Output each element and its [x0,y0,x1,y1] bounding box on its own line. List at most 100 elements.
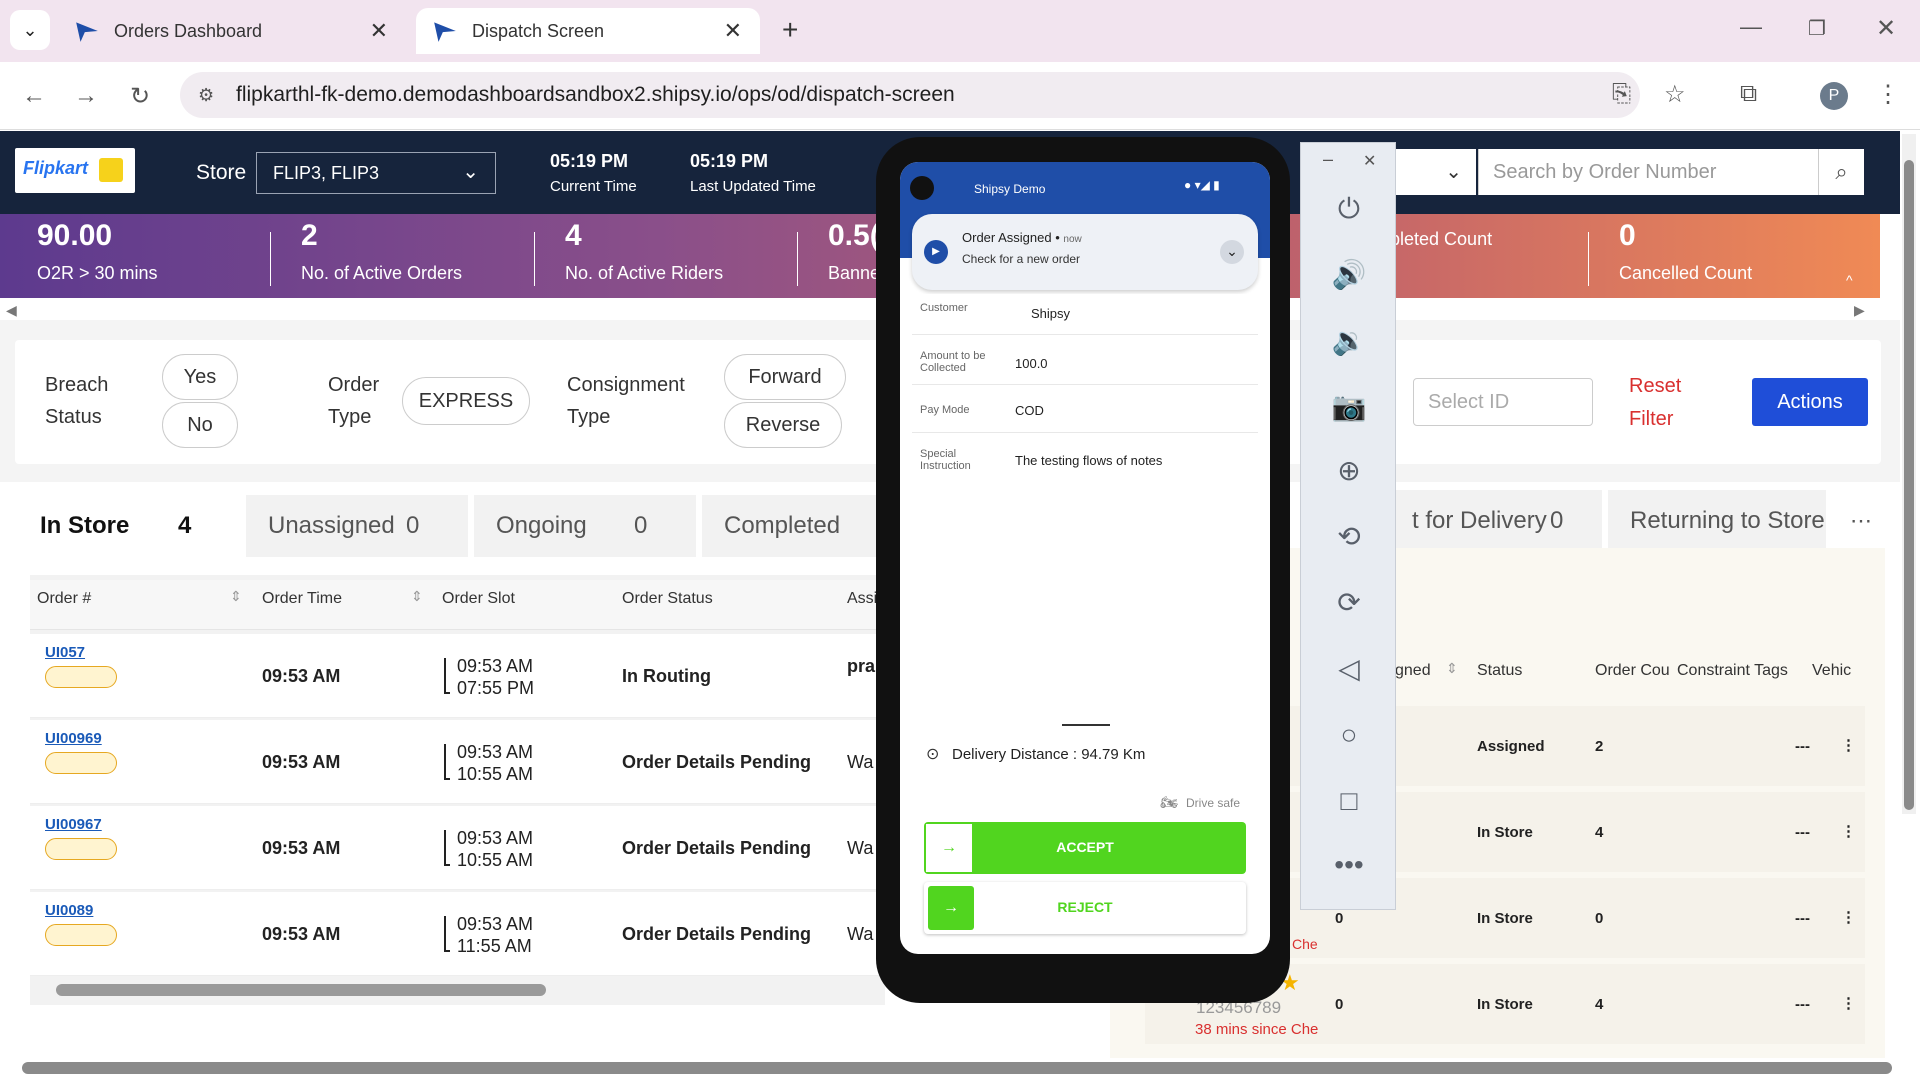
express-pill[interactable]: EXPRESS [402,377,530,425]
more-tabs-icon[interactable]: ⋯ [1850,508,1872,534]
browser-menu-icon[interactable]: ⋮ [1876,80,1900,109]
scroll-left-icon[interactable]: ◀ [6,302,17,319]
page-scrollbar[interactable] [1902,134,1916,814]
order-id-link[interactable]: UI00969 [45,730,102,747]
row-menu-icon[interactable]: ⋮ [1841,994,1856,1012]
close-icon[interactable]: ✕ [370,18,388,44]
assigned-rider: pra [847,656,876,676]
home-circle-icon[interactable]: ○ [1331,717,1367,753]
bookmark-star-icon[interactable]: ☆ [1664,80,1686,109]
order-id-link[interactable]: UI057 [45,644,85,661]
table-row[interactable]: UI00967 09:53 AM 09:53 AM 10:55 AM Order… [30,806,880,890]
rider-assigned: 0 [1335,910,1344,927]
tab-in-store[interactable]: In Store 4 [18,495,240,557]
store-label: Store [196,161,247,184]
reverse-pill[interactable]: Reverse [724,402,842,448]
rider-order-count: 4 [1595,824,1604,841]
profile-avatar[interactable]: P [1820,82,1848,110]
order-id-link[interactable]: UI0089 [45,902,93,919]
rider-tags: --- [1795,996,1810,1013]
slot-start: 09:53 AM [457,742,534,762]
tab-orders-dashboard[interactable]: Orders Dashboard ✕ [58,8,406,54]
tab-search-button[interactable]: ⌄ [10,10,50,50]
screenshot-camera-icon[interactable]: 📷 [1331,389,1367,425]
col-order-number[interactable]: Order # [37,590,91,608]
close-icon[interactable]: ✕ [724,18,742,44]
volume-down-icon[interactable]: 🔉 [1331,323,1367,359]
row-menu-icon[interactable]: ⋮ [1841,822,1856,840]
tab-ongoing[interactable]: Ongoing 0 [474,495,696,557]
rider-check-in-partial: Che [1292,936,1318,952]
order-status: In Routing [622,666,711,686]
notification-title: Order Assigned • now [962,230,1082,245]
zoom-icon[interactable]: ⊕ [1331,453,1367,489]
order-tag [45,666,117,688]
sort-icon[interactable]: ⇕ [411,588,423,605]
drag-handle[interactable] [1062,724,1110,726]
tab-completed[interactable]: Completed [702,495,882,557]
sort-icon[interactable]: ⇕ [230,588,242,605]
tab-returning-to-store[interactable]: Returning to Store [1608,490,1826,552]
notification-card[interactable]: ▶ Order Assigned • now Check for a new o… [912,214,1258,290]
rotate-left-icon[interactable]: ⟲ [1331,519,1367,555]
table-row[interactable]: UI057 09:53 AM 09:53 AM 07:55 PM In Rout… [30,634,880,718]
url-input[interactable]: ⚙ flipkarthl-fk-demo.demodashboardsandbo… [180,72,1640,118]
overview-square-icon[interactable]: □ [1331,783,1367,819]
volume-up-icon[interactable]: 🔊 [1331,257,1367,293]
forward-pill[interactable]: Forward [724,354,846,400]
col-status: Status [1477,662,1523,679]
site-info-icon[interactable]: ⚙ [198,72,214,118]
tab-dispatch-screen[interactable]: Dispatch Screen ✕ [416,8,760,54]
power-icon[interactable]: ⏻ [1331,191,1367,227]
rider-assigned: 0 [1335,996,1344,1013]
minimize-emulator-icon[interactable]: – [1323,149,1333,170]
new-tab-button[interactable]: + [782,14,798,46]
row-menu-icon[interactable]: ⋮ [1841,908,1856,926]
install-icon[interactable]: ⎘ [1612,80,1631,108]
scroll-right-icon[interactable]: ▶ [1854,302,1865,319]
collapse-icon[interactable]: ^ [1846,272,1853,288]
minimize-button[interactable]: — [1740,14,1762,40]
divider [270,232,271,286]
divider [912,432,1258,433]
restore-button[interactable]: ❐ [1808,16,1826,41]
rider-order-count: 4 [1595,996,1604,1013]
extensions-icon[interactable]: ⧉ [1740,80,1757,108]
table-scrollbar[interactable] [56,984,546,996]
breach-no-pill[interactable]: No [162,402,238,448]
reset-filter-link[interactable]: Reset Filter [1629,370,1699,436]
reload-icon[interactable]: ↻ [130,82,150,111]
sort-icon[interactable]: ⇕ [1446,660,1458,677]
close-emulator-icon[interactable]: ✕ [1363,151,1376,171]
actions-button[interactable]: Actions [1752,378,1868,426]
back-icon[interactable]: ← [22,82,46,110]
expand-icon[interactable]: ⌄ [1220,240,1244,264]
store-select[interactable]: FLIP3, FLIP3 ⌄ [256,152,496,194]
window-close-button[interactable]: ✕ [1876,14,1896,43]
forward-icon[interactable]: → [74,82,98,110]
accept-button[interactable]: → ACCEPT [924,822,1246,874]
tab-out-for-delivery[interactable]: t for Delivery 0 [1390,490,1602,552]
table-row[interactable]: UI0089 09:53 AM 09:53 AM 11:55 AM Order … [30,892,880,976]
rotate-right-icon[interactable]: ⟳ [1331,585,1367,621]
drive-safe-icon: 🏍 [1160,794,1178,810]
drive-safe-text: Drive safe [1186,796,1241,810]
back-triangle-icon[interactable]: ◁ [1331,651,1367,687]
order-type-label: Order Type [328,374,380,428]
table-row[interactable]: UI00969 09:53 AM 09:53 AM 10:55 AM Order… [30,720,880,804]
reject-button[interactable]: → REJECT [924,882,1246,934]
row-menu-icon[interactable]: ⋮ [1841,736,1856,754]
browser-tab-bar: ⌄ Orders Dashboard ✕ Dispatch Screen ✕ +… [0,0,1920,62]
page-hscrollbar[interactable] [22,1062,1892,1074]
select-id-input[interactable]: Select ID [1413,378,1593,426]
order-time: 09:53 AM [262,752,341,772]
col-order-time[interactable]: Order Time [262,590,342,608]
more-options-icon[interactable]: ••• [1331,847,1367,883]
search-select-partial[interactable]: ⌄ [1390,149,1476,195]
search-icon[interactable]: ⌕ [1818,149,1864,195]
order-id-link[interactable]: UI00967 [45,816,102,833]
tab-unassigned[interactable]: Unassigned 0 [246,495,468,557]
search-input[interactable]: Search by Order Number [1478,149,1818,195]
delivery-distance: Delivery Distance : 94.79 Km [952,746,1146,763]
breach-yes-pill[interactable]: Yes [162,354,238,400]
